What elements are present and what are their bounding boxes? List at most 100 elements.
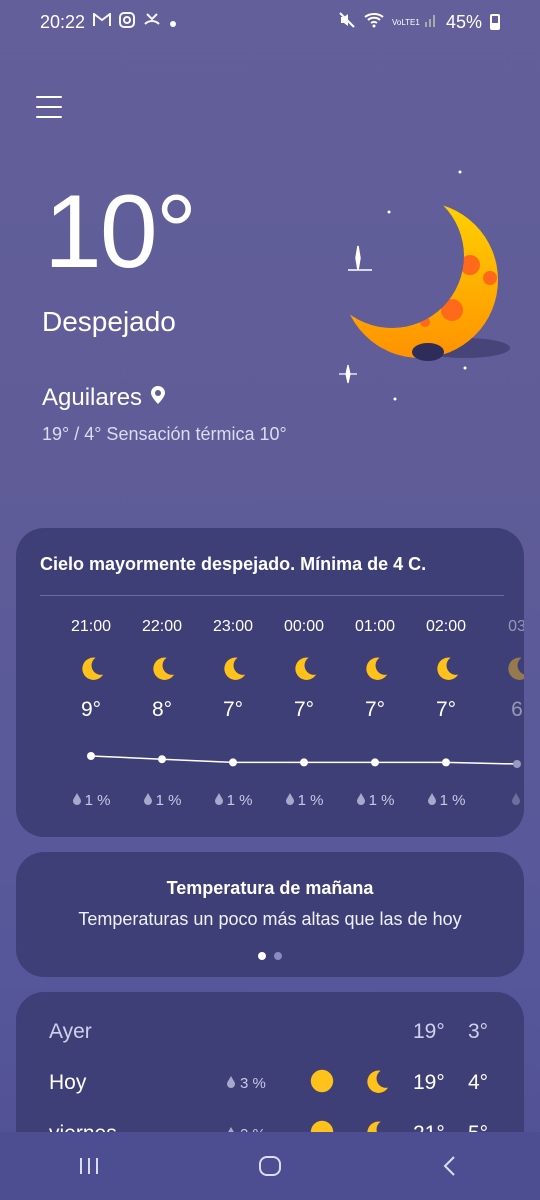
back-icon [443, 1156, 455, 1176]
back-button[interactable] [420, 1146, 480, 1186]
moon-icon [153, 657, 175, 680]
moon-icon [367, 1070, 389, 1093]
trend-point [371, 758, 379, 767]
hour-temperature: 7° [293, 698, 315, 721]
home-button[interactable] [240, 1146, 300, 1186]
hour-item: 03 6 [482, 618, 524, 722]
moon-icon [366, 657, 388, 680]
trend-point [300, 758, 308, 767]
location[interactable]: Aguilares [42, 384, 166, 412]
hour-temperature: 7° [364, 698, 386, 721]
day-low-temperature: 4° [468, 1071, 489, 1094]
navigation-bar [0, 1132, 540, 1200]
precipitation-value: 1 % [297, 792, 324, 809]
current-condition: Despejado [42, 306, 176, 337]
precipitation-value: 1 % [84, 792, 111, 809]
page-dot [274, 952, 282, 960]
sun-icon [310, 1069, 334, 1092]
trend-point [513, 760, 521, 768]
moon-icon [437, 657, 459, 680]
day-weather [308, 1067, 336, 1100]
hour-time: 22:00 [141, 618, 183, 635]
hour-item: 23:00 7° [198, 618, 268, 722]
precipitation-value: 1 % [226, 792, 253, 809]
hour-precipitation: 1 % [340, 792, 410, 809]
hour-precipitation: 1 % [269, 792, 339, 809]
raindrop-icon [143, 793, 152, 805]
status-time: 20:22 [40, 11, 86, 32]
hour-time: 23:00 [212, 618, 254, 635]
page-dot-active [258, 952, 266, 960]
hour-temperature: 7° [435, 698, 457, 721]
raindrop-icon [356, 793, 365, 805]
missed-call-icon [143, 12, 161, 33]
raindrop-icon [214, 793, 223, 805]
divider [40, 595, 504, 596]
hourly-list[interactable]: 21:00 9° 1 % 22:00 8° 1 % 23:00 7° 1 % 00:00 7° 1 %… [16, 618, 524, 828]
precipitation-value: 1 % [368, 792, 395, 809]
hour-item: 22:00 8° [127, 618, 197, 722]
dot-icon [169, 12, 177, 33]
day-low-temperature: 3° [468, 1020, 489, 1043]
precipitation-value: 1 % [155, 792, 182, 809]
volte-icon: VoLTE1 [391, 17, 420, 27]
hour-precipitation: 1 % [198, 792, 268, 809]
battery-percent: 45% [445, 11, 482, 32]
mute-icon [338, 11, 356, 34]
tomorrow-title: Temperatura de mañana [166, 878, 374, 898]
battery-icon [490, 14, 500, 30]
status-bar: 20:22 VoLTE1 45% [0, 0, 540, 44]
temperature-details: 19° / 4° Sensación térmica 10° [42, 424, 287, 444]
raindrop-icon [227, 1075, 235, 1088]
forecast-summary: Cielo mayormente despejado. Mínima de 4 … [40, 554, 427, 574]
hour-time: 00:00 [283, 618, 325, 635]
recent-apps-icon [80, 1158, 98, 1174]
hour-temperature: 8° [151, 698, 173, 721]
moon-illustration-icon [339, 170, 510, 401]
menu-line [36, 96, 62, 98]
page-indicator [16, 952, 524, 960]
tomorrow-temperature-card[interactable]: Temperatura de mañana Temperaturas un po… [16, 852, 524, 977]
hour-time: 03 [508, 618, 524, 635]
daily-forecast-card[interactable]: Ayer19°3°Hoy3 %19°4°viernes2 %21°5° [16, 992, 524, 1142]
precipitation-value: 1 % [439, 792, 466, 809]
raindrop-icon [285, 793, 294, 805]
trend-point [442, 758, 450, 767]
wifi-icon [364, 12, 384, 33]
trend-point [229, 758, 237, 767]
raindrop-icon [511, 793, 520, 805]
location-pin-icon [150, 384, 166, 412]
trend-point [87, 752, 95, 760]
day-row[interactable]: Hoy 3 % 19° 4° [16, 1063, 524, 1103]
hour-precipitation: 1 % [56, 792, 126, 809]
hour-item: 00:00 7° [269, 618, 339, 722]
current-temperature: 10° [44, 174, 197, 290]
location-name: Aguilares [42, 384, 143, 411]
day-row[interactable]: Ayer 19° 3° [16, 1012, 524, 1052]
hour-time: 01:00 [354, 618, 396, 635]
hour-precipitation: 1 % [127, 792, 197, 809]
hour-time: 21:00 [70, 618, 112, 635]
moon-icon [224, 657, 246, 680]
hourly-forecast-card[interactable]: Cielo mayormente despejado. Mínima de 4 … [16, 528, 524, 837]
home-icon [259, 1156, 281, 1176]
raindrop-icon [427, 793, 436, 805]
day-name: Ayer [49, 1020, 92, 1043]
precipitation-value: 3 % [240, 1074, 266, 1092]
menu-line [36, 116, 62, 118]
night-weather [362, 1067, 390, 1100]
gmail-icon [93, 11, 112, 32]
day-high-temperature: 19° [413, 1020, 445, 1043]
signal-icon [424, 12, 438, 33]
hour-item: 01:00 7° [340, 618, 410, 722]
recent-apps-button[interactable] [60, 1146, 120, 1186]
menu-button[interactable] [36, 96, 62, 120]
menu-line [36, 106, 62, 108]
temperature-trend-line [87, 752, 521, 768]
hour-time: 02:00 [425, 618, 467, 635]
hour-temperature: 9° [80, 698, 102, 721]
hour-item: 21:00 9° [56, 618, 126, 722]
day-high-temperature: 19° [413, 1071, 445, 1094]
moon-icon [295, 657, 317, 680]
hour-temperature: 7° [222, 698, 244, 721]
